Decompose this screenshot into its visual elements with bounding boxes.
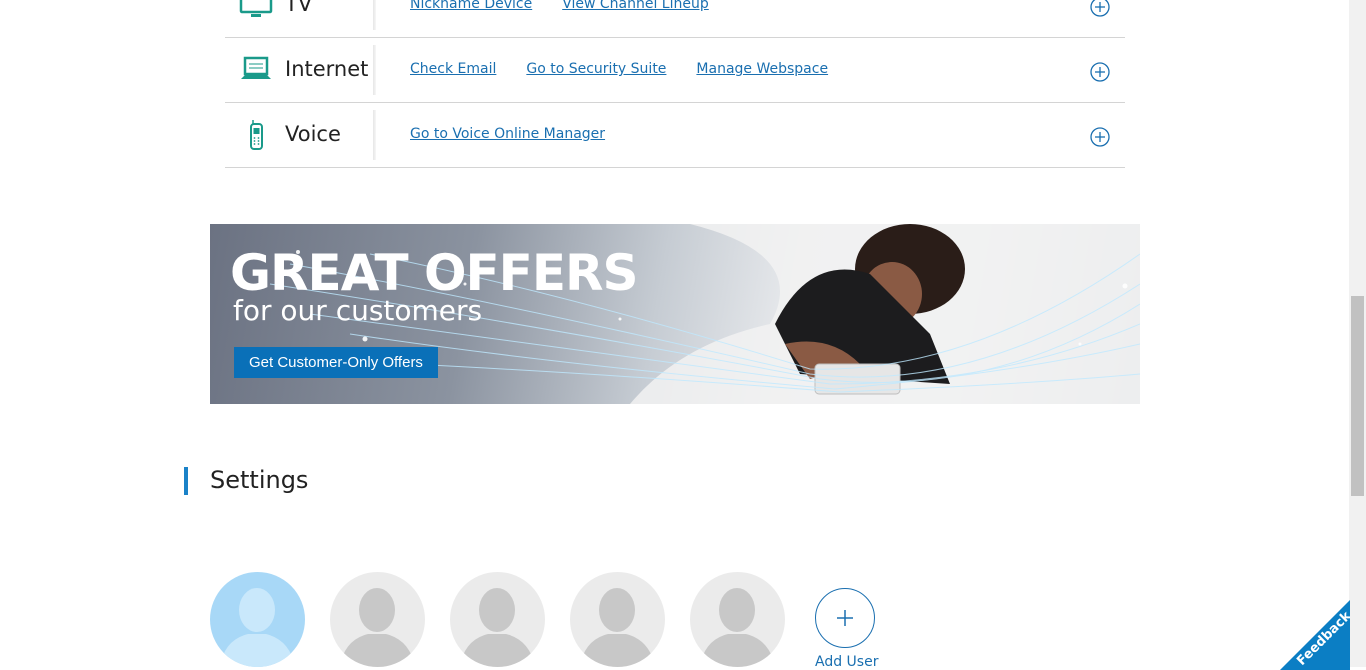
service-name: Voice — [285, 122, 341, 146]
service-row-tv: TV Nickname Device View Channel Lineup — [225, 0, 1125, 38]
divider — [373, 0, 376, 30]
user-silhouette-icon — [450, 572, 545, 667]
user-silhouette-icon — [330, 572, 425, 667]
settings-title: Settings — [210, 466, 309, 494]
feedback-tab[interactable]: Feedback — [1280, 600, 1350, 670]
expand-plus-icon[interactable] — [1090, 62, 1110, 82]
section-accent-bar — [184, 467, 188, 495]
service-row-voice: Voice Go to Voice Online Manager — [225, 102, 1125, 168]
divider — [373, 110, 376, 160]
user-silhouette-icon — [690, 572, 785, 667]
service-row-internet: Internet Check Email Go to Security Suit… — [225, 37, 1125, 103]
service-name: Internet — [285, 57, 369, 81]
expand-plus-icon[interactable] — [1090, 0, 1110, 17]
view-channel-lineup-link[interactable]: View Channel Lineup — [562, 0, 709, 12]
scrollbar-thumb[interactable] — [1351, 296, 1364, 496]
divider — [373, 45, 376, 95]
phone-icon — [250, 120, 263, 150]
add-user-button[interactable] — [815, 588, 875, 648]
feedback-corner-shape: Feedback — [1280, 600, 1350, 670]
user-silhouette-icon — [210, 572, 305, 667]
user-avatar-active[interactable] — [210, 572, 305, 667]
user-avatar[interactable] — [330, 572, 425, 667]
tv-icon — [239, 0, 273, 17]
laptop-icon — [241, 56, 271, 79]
user-avatar[interactable] — [570, 572, 665, 667]
service-links: Nickname Device View Channel Lineup — [410, 0, 709, 12]
user-avatar[interactable] — [690, 572, 785, 667]
nickname-device-link[interactable]: Nickname Device — [410, 0, 532, 12]
customer-offers-button[interactable]: Get Customer-Only Offers — [234, 347, 438, 378]
user-silhouette-icon — [570, 572, 665, 667]
check-email-link[interactable]: Check Email — [410, 61, 496, 77]
offers-banner[interactable]: GREAT OFFERS for our customers Get Custo… — [210, 224, 1140, 404]
service-links: Check Email Go to Security Suite Manage … — [410, 61, 828, 77]
service-name: TV — [285, 0, 313, 16]
service-links: Go to Voice Online Manager — [410, 126, 605, 142]
plus-icon — [837, 610, 853, 626]
expand-plus-icon[interactable] — [1090, 127, 1110, 147]
add-user-label[interactable]: Add User — [815, 654, 878, 670]
voice-online-manager-link[interactable]: Go to Voice Online Manager — [410, 126, 605, 142]
user-avatar[interactable] — [450, 572, 545, 667]
banner-subheadline: for our customers — [233, 294, 483, 327]
manage-webspace-link[interactable]: Manage Webspace — [696, 61, 828, 77]
security-suite-link[interactable]: Go to Security Suite — [526, 61, 666, 77]
